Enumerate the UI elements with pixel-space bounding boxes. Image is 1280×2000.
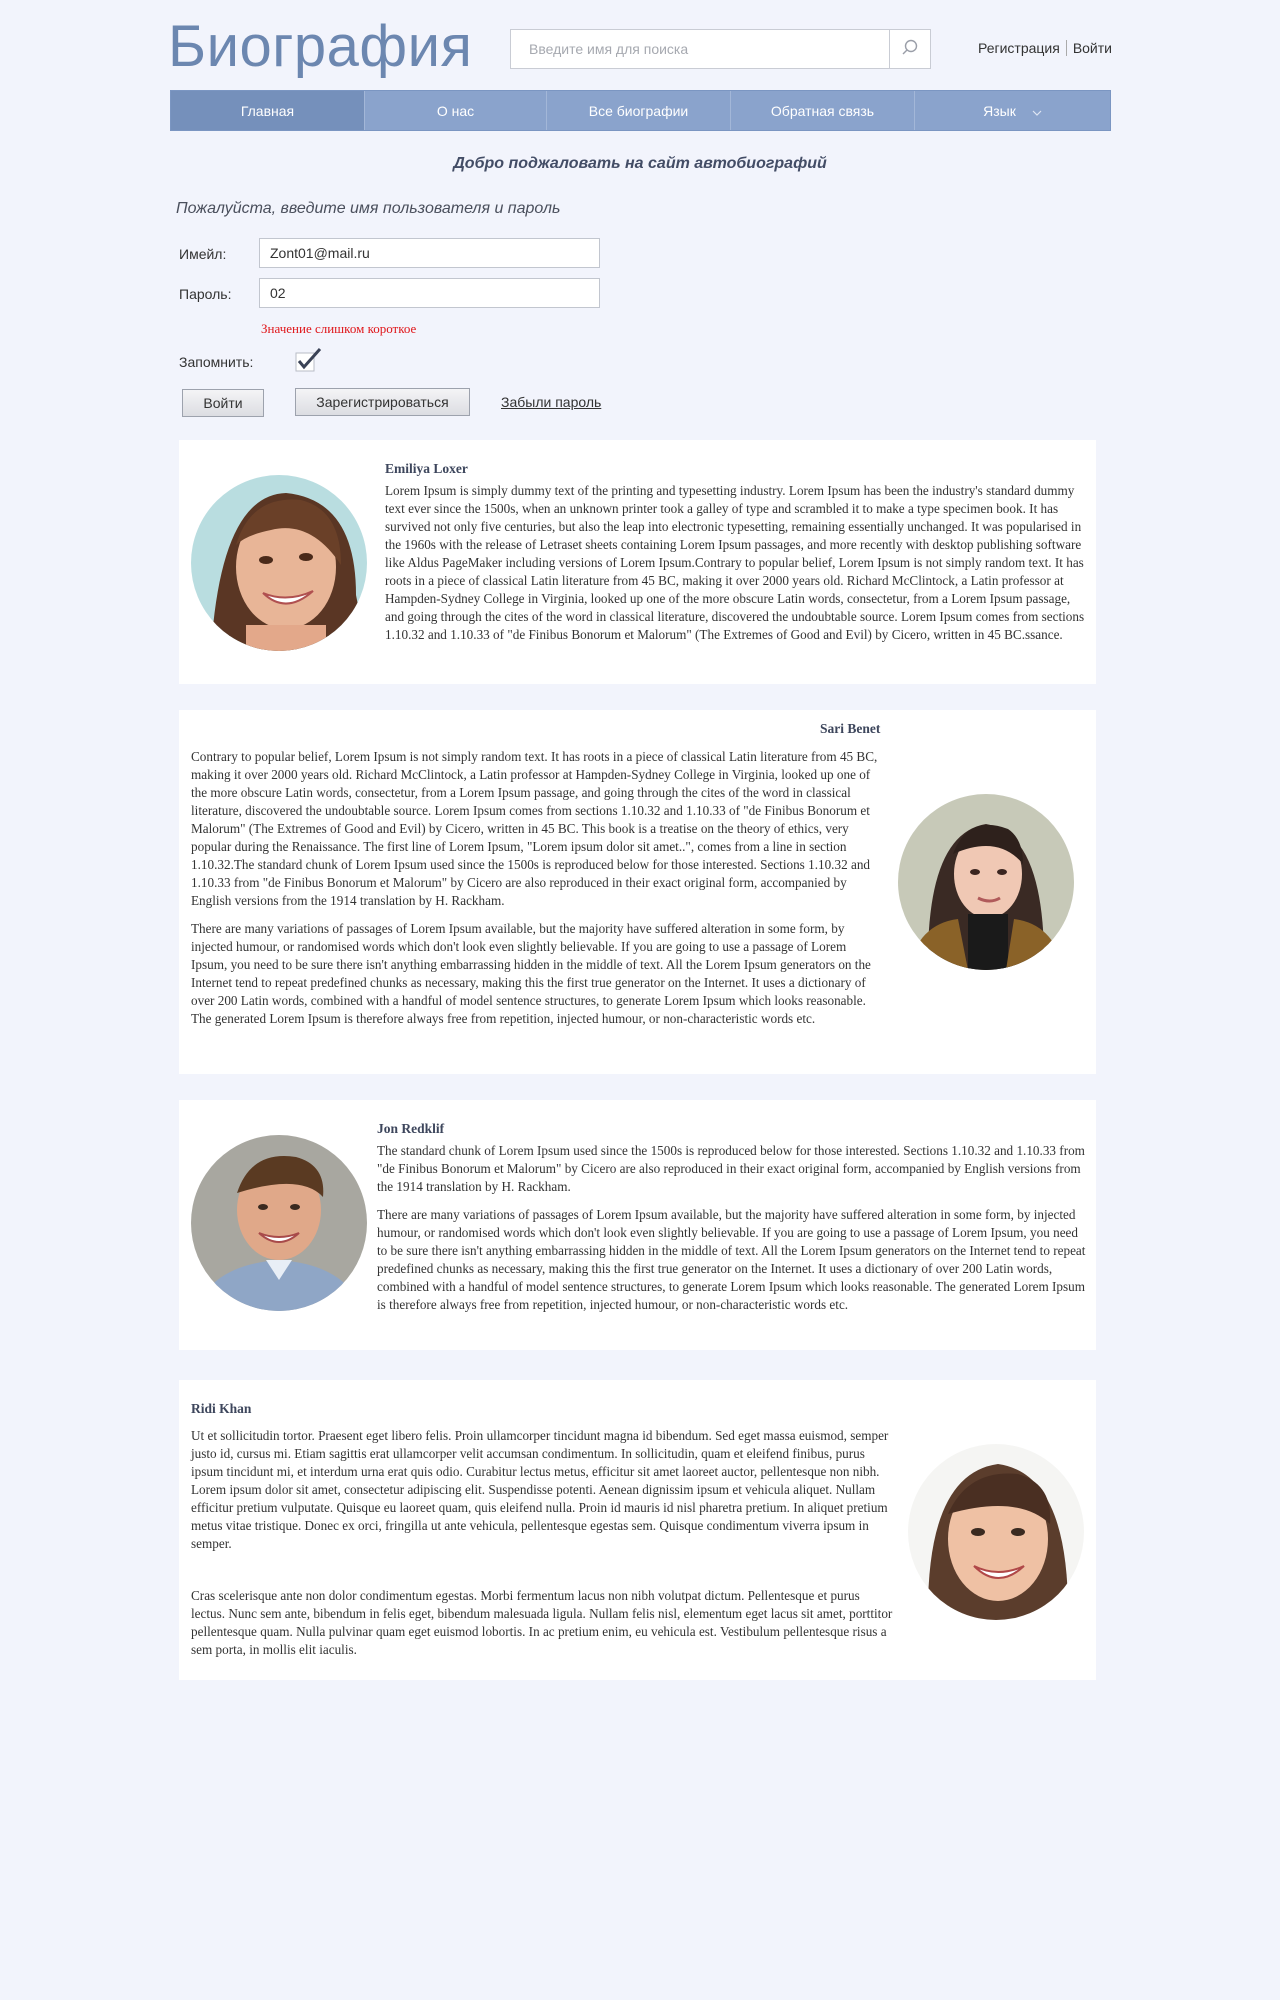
checkmark-icon <box>295 348 323 378</box>
nav-item-home[interactable]: Главная <box>171 91 365 130</box>
login-button[interactable]: Войти <box>182 389 264 417</box>
biography-card: Emiliya Loxer Lorem Ipsum is simply dumm… <box>179 440 1096 684</box>
auth-divider <box>1065 40 1067 56</box>
biography-text: Ut et sollicitudin tortor. Praesent eget… <box>191 1427 893 1669</box>
welcome-heading: Добро поджаловать на сайт автобиографий <box>453 155 827 172</box>
nav-item-label: О нас <box>436 102 475 119</box>
biography-card: Jon Redklif The standard chunk of Lorem … <box>179 1100 1096 1350</box>
site-logo[interactable]: Биография <box>168 12 472 82</box>
nav-item-all-biographies[interactable]: Все биографии <box>547 91 731 130</box>
nav-item-label: Все биографии <box>588 102 689 119</box>
biography-text: Lorem Ipsum is simply dummy text of the … <box>385 482 1085 654</box>
avatar <box>191 475 367 651</box>
nav-item-feedback[interactable]: Обратная связь <box>731 91 915 130</box>
biography-paragraph: The standard chunk of Lorem Ipsum used s… <box>377 1143 1085 1194</box>
remember-checkbox[interactable] <box>295 348 322 374</box>
login-link[interactable]: Войти <box>1073 40 1112 56</box>
biography-name: Sari Benet <box>820 721 881 736</box>
search-input[interactable] <box>511 30 889 68</box>
password-label: Пароль: <box>179 286 232 302</box>
avatar <box>191 1135 367 1311</box>
chevron-down-icon <box>1032 103 1042 119</box>
email-field[interactable] <box>259 238 600 268</box>
auth-links: Регистрация Войти <box>978 40 1112 56</box>
biography-name: Jon Redklif <box>377 1121 445 1136</box>
forgot-password-link[interactable]: Забыли пароль <box>501 394 601 410</box>
nav-item-label: Обратная связь <box>770 102 875 119</box>
biography-paragraph: There are many variations of passages of… <box>377 1207 1086 1312</box>
password-error: Значение слишком короткое <box>261 321 417 336</box>
biography-name: Emiliya Loxer <box>385 461 468 476</box>
nav-item-language[interactable]: Язык <box>915 91 1110 130</box>
remember-label: Запомнить: <box>179 354 254 370</box>
email-label: Имейл: <box>179 246 227 262</box>
search-box <box>510 29 931 69</box>
search-icon <box>901 38 919 61</box>
search-button[interactable] <box>889 30 930 68</box>
biography-text: The standard chunk of Lorem Ipsum used s… <box>377 1142 1087 1324</box>
biography-paragraph: Cras scelerisque ante non dolor condimen… <box>191 1588 893 1657</box>
biography-card: Sari Benet Contrary to popular belief, L… <box>179 710 1096 1074</box>
biography-paragraph: Ut et sollicitudin tortor. Praesent eget… <box>191 1428 889 1551</box>
biography-paragraph: Lorem Ipsum is simply dummy text of the … <box>385 483 1085 642</box>
nav-item-label: Язык <box>983 102 1016 119</box>
login-form-hint: Пожалуйста, введите имя пользователя и п… <box>176 200 561 217</box>
register-link[interactable]: Регистрация <box>978 40 1060 56</box>
register-button[interactable]: Зарегистрироваться <box>295 388 470 416</box>
nav-item-label: Главная <box>240 102 295 119</box>
nav-item-about[interactable]: О нас <box>365 91 547 130</box>
main-nav: Главная О нас Все биографии Обратная свя… <box>170 90 1111 131</box>
biography-text: Contrary to popular belief, Lorem Ipsum … <box>191 748 883 1038</box>
password-field[interactable] <box>259 278 600 308</box>
biography-paragraph: There are many variations of passages of… <box>191 921 871 1026</box>
biography-paragraph: Contrary to popular belief, Lorem Ipsum … <box>191 749 878 908</box>
avatar <box>908 1444 1084 1620</box>
biography-card: Ridi Khan Ut et sollicitudin tortor. Pra… <box>179 1380 1096 1680</box>
biography-name: Ridi Khan <box>191 1401 252 1416</box>
avatar <box>898 794 1074 970</box>
